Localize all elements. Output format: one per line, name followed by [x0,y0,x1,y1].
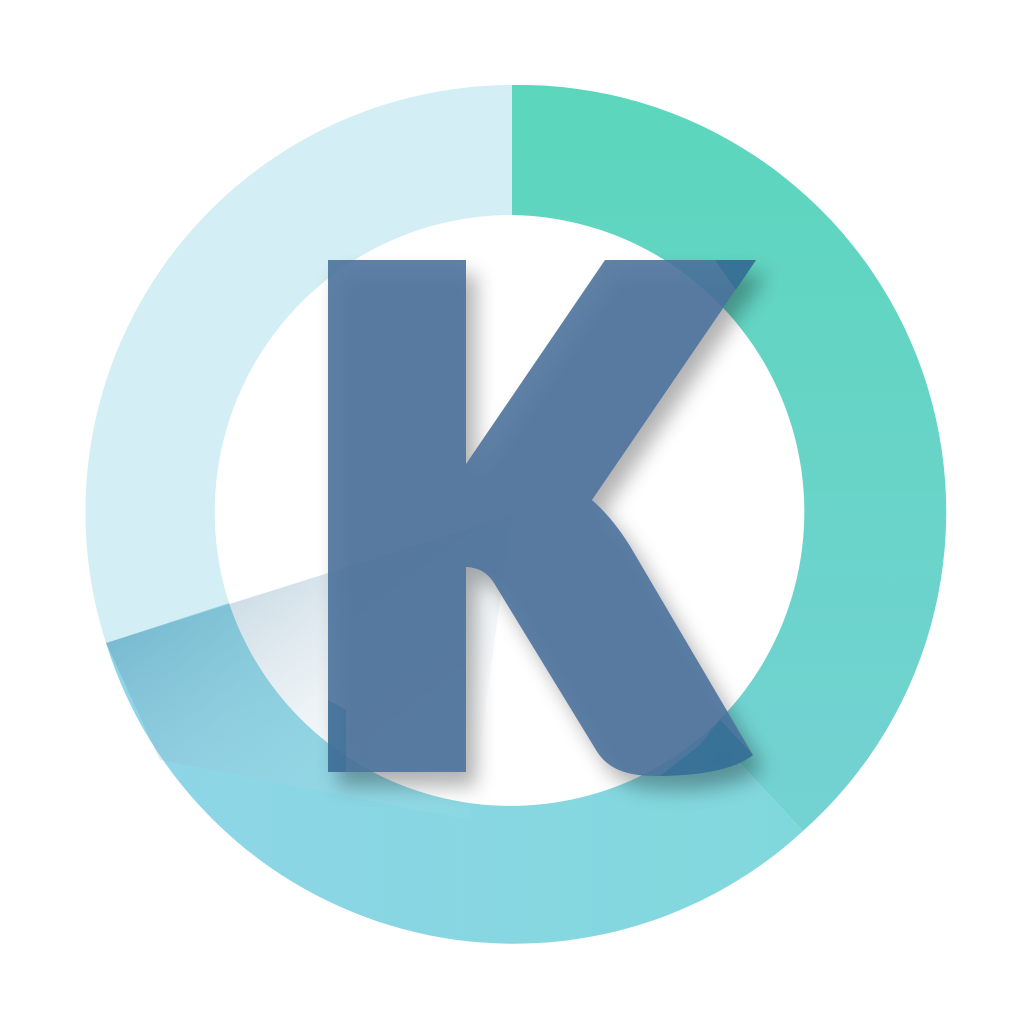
app-icon-canvas: K [0,0,1024,1024]
letter-k-icon [328,260,756,776]
k-ring-logo-icon: K [85,84,947,944]
